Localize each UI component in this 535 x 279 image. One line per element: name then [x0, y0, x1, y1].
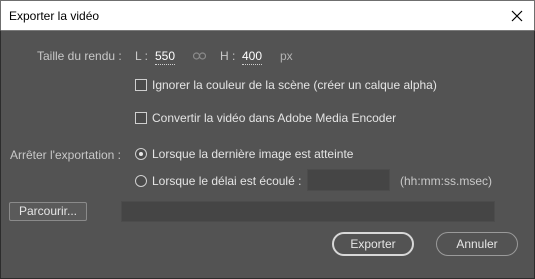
delay-input[interactable] [307, 169, 390, 191]
convert-ame-checkbox[interactable] [135, 112, 147, 124]
width-label: L : [135, 49, 148, 63]
link-icon[interactable] [193, 52, 206, 60]
ignore-stage-color-label[interactable]: Ignorer la couleur de la scène (créer un… [152, 78, 437, 92]
render-size-label: Taille du rendu : [37, 49, 122, 63]
path-field[interactable] [121, 201, 495, 222]
time-format-label: (hh:mm:ss.msec) [400, 174, 493, 188]
height-label: H : [220, 49, 236, 63]
close-button[interactable] [506, 5, 528, 27]
close-icon [511, 10, 523, 22]
width-field[interactable]: 550 [155, 49, 176, 65]
export-button[interactable]: Exporter [332, 232, 414, 256]
convert-ame-label[interactable]: Convertir la vidéo dans Adobe Media Enco… [152, 111, 396, 125]
cancel-button[interactable]: Annuler [436, 232, 518, 256]
browse-button[interactable]: Parcourir... [9, 202, 87, 221]
last-frame-label[interactable]: Lorsque la dernière image est atteinte [152, 147, 353, 161]
unit-label: px [280, 49, 293, 63]
window-title: Exporter la vidéo [9, 9, 100, 23]
height-field[interactable]: 400 [242, 49, 263, 65]
title-bar: Exporter la vidéo [0, 0, 535, 31]
last-frame-radio[interactable] [135, 148, 147, 160]
stop-export-label: Arrêter l'exportation : [10, 148, 122, 162]
delay-label[interactable]: Lorsque le délai est écoulé : [152, 174, 301, 188]
delay-radio[interactable] [135, 175, 147, 187]
ignore-stage-color-checkbox[interactable] [135, 79, 147, 91]
